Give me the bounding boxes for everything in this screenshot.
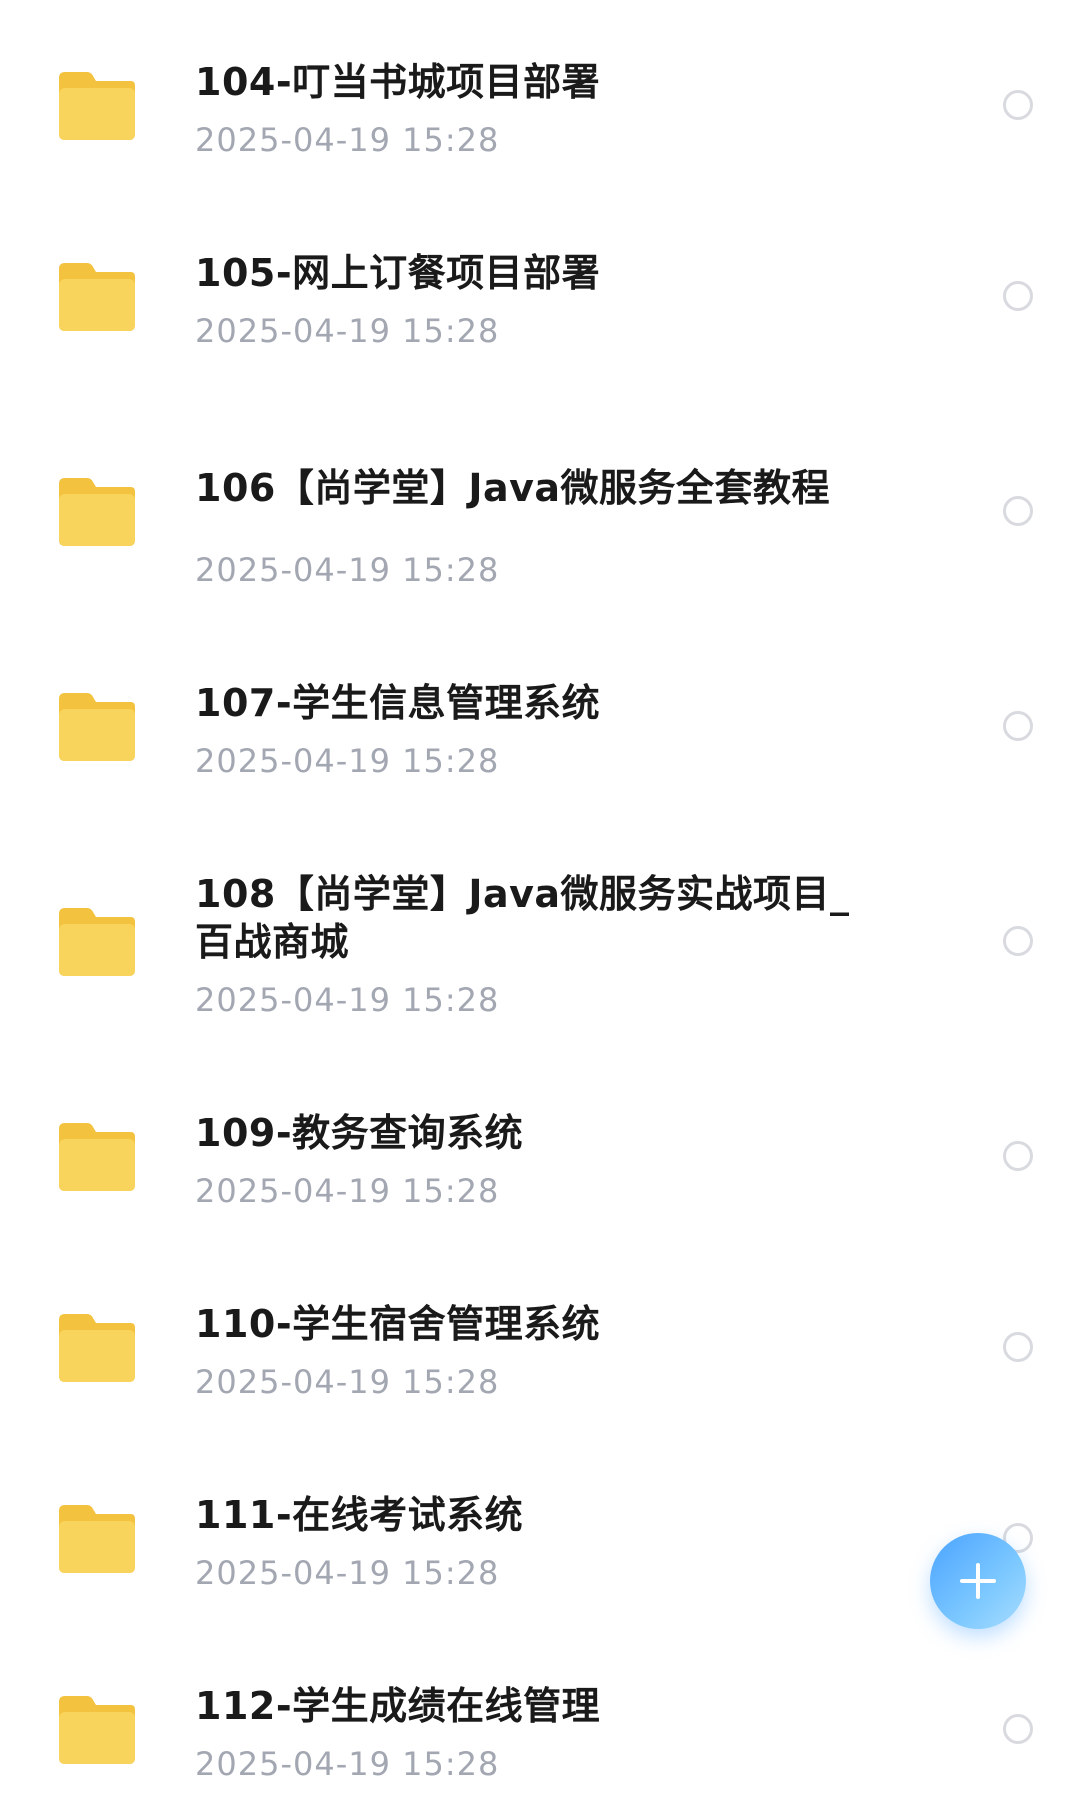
item-name: 107-学生信息管理系统 xyxy=(195,681,601,725)
item-date: 2025-04-19 15:28 xyxy=(195,121,500,159)
item-date: 2025-04-19 15:28 xyxy=(195,1554,500,1592)
item-date: 2025-04-19 15:28 xyxy=(195,551,500,589)
select-radio[interactable] xyxy=(1003,1332,1033,1362)
folder-icon xyxy=(55,259,139,335)
file-browser-page: 104-叮当书城项目部署 2025-04-19 15:28 105-网上订餐项目… xyxy=(0,0,1080,1819)
item-date: 2025-04-19 15:28 xyxy=(195,1363,500,1401)
item-name: 108【尚学堂】Java微服务实战项目_百战商城 xyxy=(195,872,850,964)
folder-icon xyxy=(55,474,139,550)
select-radio[interactable] xyxy=(1003,926,1033,956)
item-name: 111-在线考试系统 xyxy=(195,1493,524,1537)
folder-icon xyxy=(55,1692,139,1768)
select-radio[interactable] xyxy=(1003,1141,1033,1171)
item-name: 105-网上订餐项目部署 xyxy=(195,251,601,295)
item-date: 2025-04-19 15:28 xyxy=(195,981,500,1019)
item-name: 112-学生成绩在线管理 xyxy=(195,1684,601,1728)
select-radio[interactable] xyxy=(1003,496,1033,526)
folder-icon xyxy=(55,68,139,144)
select-radio[interactable] xyxy=(1003,1714,1033,1744)
item-date: 2025-04-19 15:28 xyxy=(195,1172,500,1210)
item-name: 109-教务查询系统 xyxy=(195,1111,524,1155)
folder-icon xyxy=(55,689,139,765)
item-name: 106【尚学堂】Java微服务全套教程 xyxy=(195,466,831,510)
select-radio[interactable] xyxy=(1003,90,1033,120)
item-date: 2025-04-19 15:28 xyxy=(195,1745,500,1783)
item-date: 2025-04-19 15:28 xyxy=(195,742,500,780)
folder-icon xyxy=(55,904,139,980)
select-radio[interactable] xyxy=(1003,281,1033,311)
plus-icon xyxy=(930,1533,1026,1629)
folder-icon xyxy=(55,1310,139,1386)
item-date: 2025-04-19 15:28 xyxy=(195,312,500,350)
folder-icon xyxy=(55,1501,139,1577)
select-radio[interactable] xyxy=(1003,711,1033,741)
item-name: 104-叮当书城项目部署 xyxy=(195,60,601,104)
folder-icon xyxy=(55,1119,139,1195)
add-button[interactable] xyxy=(930,1533,1026,1629)
item-name: 110-学生宿舍管理系统 xyxy=(195,1302,601,1346)
